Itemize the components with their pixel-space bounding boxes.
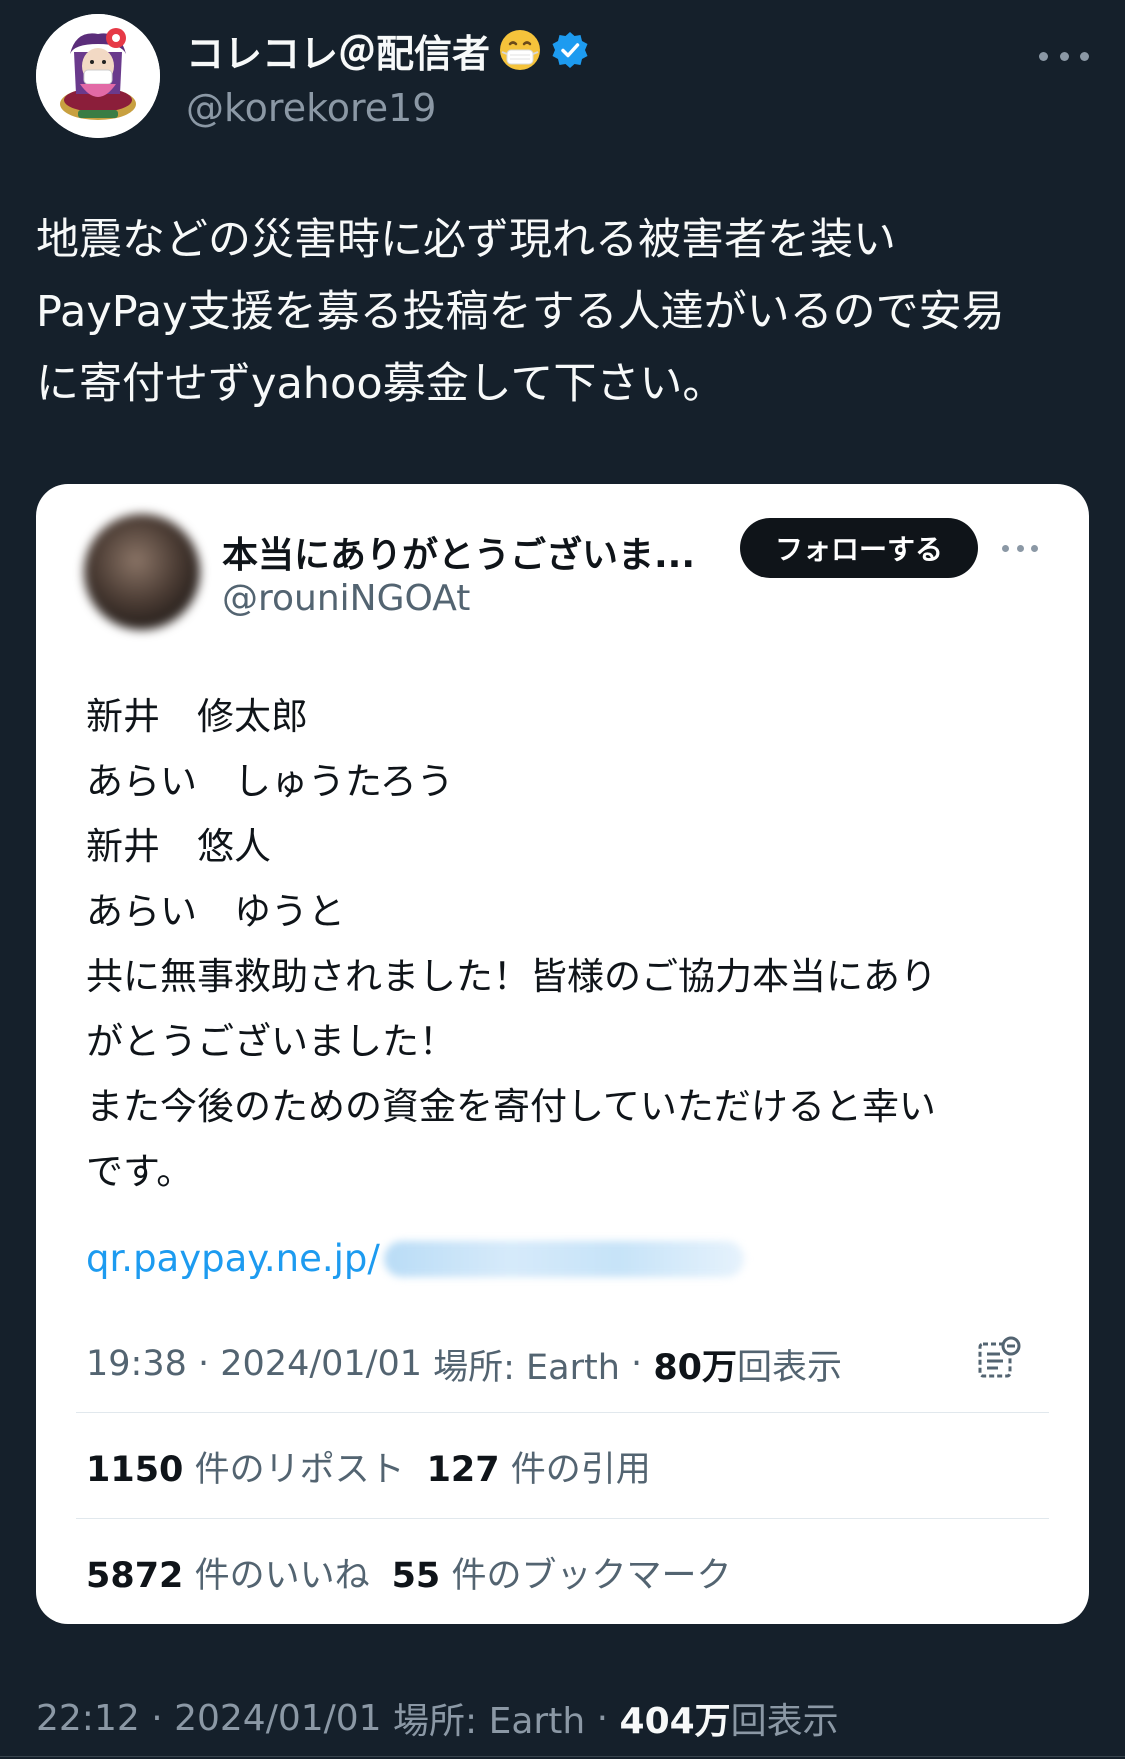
quotes-count: 127 xyxy=(426,1449,500,1490)
reposts-count: 1150 xyxy=(86,1449,184,1490)
repost-quote-stats: 1150 件のリポスト 127 件の引用 xyxy=(86,1438,651,1494)
quoted-text-line: がとうございました！ xyxy=(86,1020,456,1063)
reposts-label: 件のリポスト xyxy=(194,1449,405,1490)
quoted-tweet-card[interactable]: 本当にありがとうございま... @rouniNGOAt フォローする 新井 修太… xyxy=(36,484,1089,1624)
author-display-name[interactable]: コレコレ＠配信者 xyxy=(186,23,490,78)
quoted-tweet-text: 新井 修太郎 あらい しゅうたろう 新井 悠人 あらい ゆうと 共に無事救助され… xyxy=(86,684,1066,1204)
meta-space xyxy=(382,1698,393,1739)
tweet-meta: 22:12 · 2024/01/01 場所: Earth · 404万 回表示 xyxy=(36,1690,839,1746)
quoted-more-options-icon[interactable] xyxy=(1002,542,1038,554)
bookmarks-count: 55 xyxy=(391,1555,441,1596)
quoted-text-line: です。 xyxy=(86,1150,194,1193)
meta-separator: · xyxy=(139,1697,175,1739)
quoted-views-count: 80万 xyxy=(653,1347,738,1388)
meta-separator: · xyxy=(619,1344,654,1384)
quoted-author-avatar[interactable] xyxy=(84,514,200,630)
quoted-tweet-meta: 19:38 · 2024/01/01 場所: Earth · 80万 回表示 xyxy=(86,1336,842,1392)
dot xyxy=(1016,544,1024,552)
tweet-text-line: PayPay支援を募る投稿をする人達がいるので安易 xyxy=(36,287,1005,337)
tweet-location: 場所: Earth xyxy=(393,1701,586,1742)
quoted-text-line: あらい しゅうたろう xyxy=(86,760,454,803)
quoted-author-handle[interactable]: @rouniNGOAt xyxy=(222,578,470,619)
like-bookmark-stats: 5872 件のいいね 55 件のブックマーク xyxy=(86,1544,731,1600)
tweet-views-label: 回表示 xyxy=(730,1701,839,1742)
quoted-author-display-name[interactable]: 本当にありがとうございま... xyxy=(222,526,695,578)
author-name-row: コレコレ＠配信者 xyxy=(186,26,590,76)
tweet-views-count: 404万 xyxy=(619,1701,731,1742)
tweet-text-line: に寄付せずyahoo募金して下さい。 xyxy=(36,359,726,409)
quoted-text-line: また今後のための資金を寄付していただけると幸い xyxy=(86,1085,936,1128)
meta-separator: · xyxy=(585,1697,620,1739)
quoted-text-line: 共に無事救助されました！皆様のご協力本当にあり xyxy=(86,955,937,998)
meta-separator: · xyxy=(186,1344,221,1384)
tweet-time[interactable]: 22:12 xyxy=(36,1698,140,1739)
quoted-time[interactable]: 19:38 xyxy=(86,1344,187,1384)
paypay-link[interactable]: qr.paypay.ne.jp/ xyxy=(86,1226,744,1291)
bottom-divider xyxy=(0,1756,1125,1757)
likes-count: 5872 xyxy=(86,1555,184,1596)
blurred-link-path xyxy=(383,1240,744,1277)
quoted-date[interactable]: 2024/01/01 xyxy=(220,1344,422,1384)
quoted-text-line: 新井 悠人 xyxy=(86,825,271,868)
quotes-stat[interactable]: 127 件の引用 xyxy=(427,1441,651,1492)
divider xyxy=(76,1412,1049,1413)
author-avatar-illustration xyxy=(36,14,160,138)
more-options-icon[interactable] xyxy=(1039,44,1089,68)
quoted-location: 場所: Earth xyxy=(433,1347,620,1388)
dot xyxy=(1002,544,1009,552)
quoted-views-label: 回表示 xyxy=(737,1347,843,1388)
quotes-label: 件の引用 xyxy=(510,1449,651,1490)
author-handle[interactable]: @korekore19 xyxy=(186,86,437,130)
quoted-text-line: 新井 修太郎 xyxy=(86,695,308,738)
view-analytics-icon[interactable] xyxy=(976,1336,1022,1382)
tweet-header: コレコレ＠配信者 @korekore19 xyxy=(36,14,1089,138)
tweet-date[interactable]: 2024/01/01 xyxy=(174,1698,382,1739)
bookmarks-label: 件のブックマーク xyxy=(451,1555,732,1596)
quoted-text-line: あらい ゆうと xyxy=(86,890,345,933)
verified-badge-icon xyxy=(552,32,588,68)
bookmarks-stat[interactable]: 55 件のブックマーク xyxy=(392,1547,732,1598)
mask-face-emoji-icon xyxy=(500,30,541,70)
author-avatar[interactable] xyxy=(36,14,160,138)
dot xyxy=(1059,51,1069,61)
likes-stat[interactable]: 5872 件のいいね xyxy=(86,1547,370,1598)
reposts-stat[interactable]: 1150 件のリポスト xyxy=(86,1441,405,1492)
tweet-text: 地震などの災害時に必ず現れる被害者を装い PayPay支援を募る投稿をする人達が… xyxy=(36,204,1089,420)
meta-space xyxy=(422,1344,433,1384)
divider xyxy=(76,1518,1049,1519)
tweet-text-line: 地震などの災害時に必ず現れる被害者を装い xyxy=(36,215,896,265)
dot xyxy=(1080,51,1089,61)
paypay-link-text[interactable]: qr.paypay.ne.jp/ xyxy=(86,1226,380,1291)
follow-button[interactable]: フォローする xyxy=(740,518,978,578)
dot xyxy=(1039,51,1048,61)
likes-label: 件のいいね xyxy=(194,1555,370,1596)
dot xyxy=(1031,544,1038,552)
